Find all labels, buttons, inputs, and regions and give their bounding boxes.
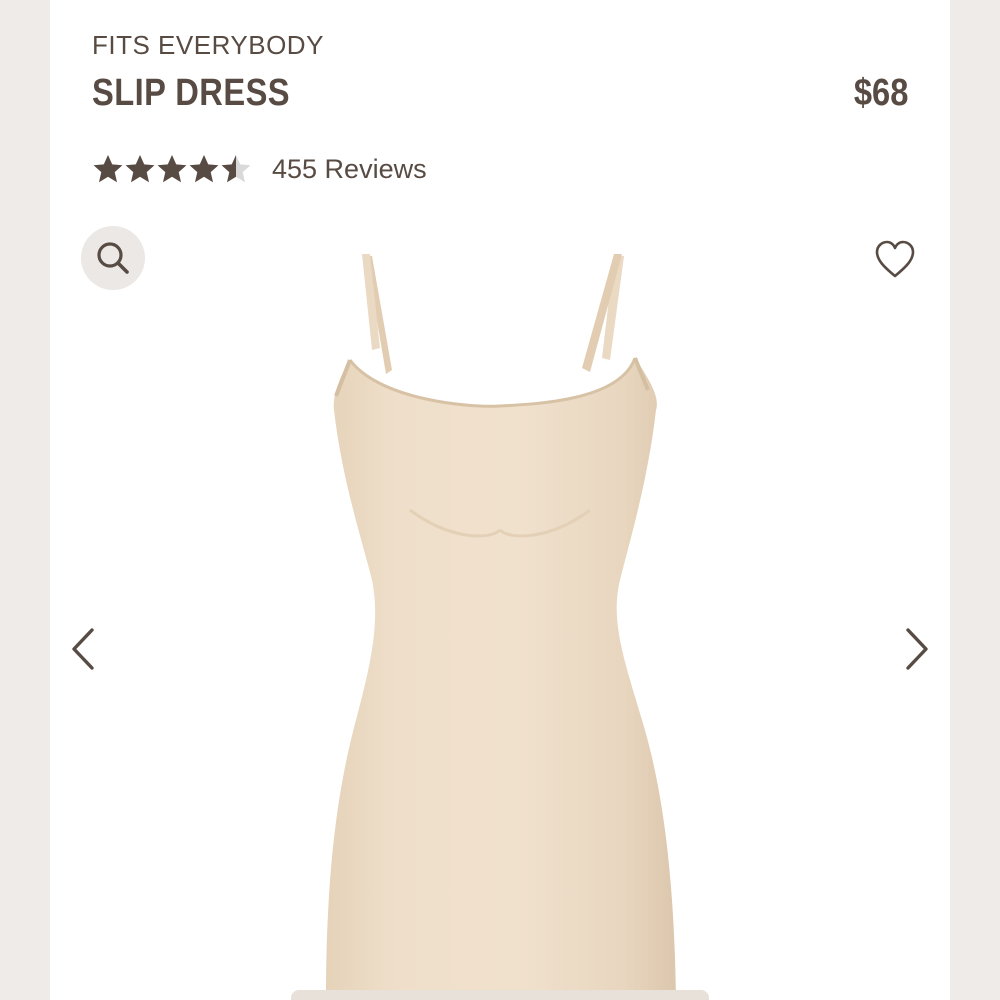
- wishlist-button[interactable]: [874, 240, 916, 280]
- star-icon: [188, 153, 220, 185]
- star-rating: [92, 153, 252, 185]
- next-image-button[interactable]: [900, 624, 936, 674]
- product-price: $68: [853, 72, 908, 114]
- zoom-button[interactable]: [81, 226, 145, 290]
- rating-row[interactable]: 455 Reviews: [92, 152, 427, 186]
- heart-icon: [875, 240, 915, 278]
- product-page: FITS EVERYBODY SLIP DRESS $68 455 Review…: [50, 0, 950, 1000]
- product-title: SLIP DRESS: [92, 72, 291, 114]
- star-icon: [124, 153, 156, 185]
- previous-image-button[interactable]: [64, 624, 100, 674]
- reviews-link[interactable]: 455 Reviews: [272, 154, 427, 185]
- image-pagination-bar[interactable]: [291, 990, 709, 1000]
- search-icon: [97, 242, 129, 274]
- star-icon: [92, 153, 124, 185]
- chevron-left-icon: [72, 628, 94, 670]
- product-image: [326, 254, 676, 1000]
- collection-label: FITS EVERYBODY: [92, 30, 324, 60]
- star-icon: [156, 153, 188, 185]
- star-icon: [220, 153, 252, 185]
- chevron-right-icon: [906, 628, 928, 670]
